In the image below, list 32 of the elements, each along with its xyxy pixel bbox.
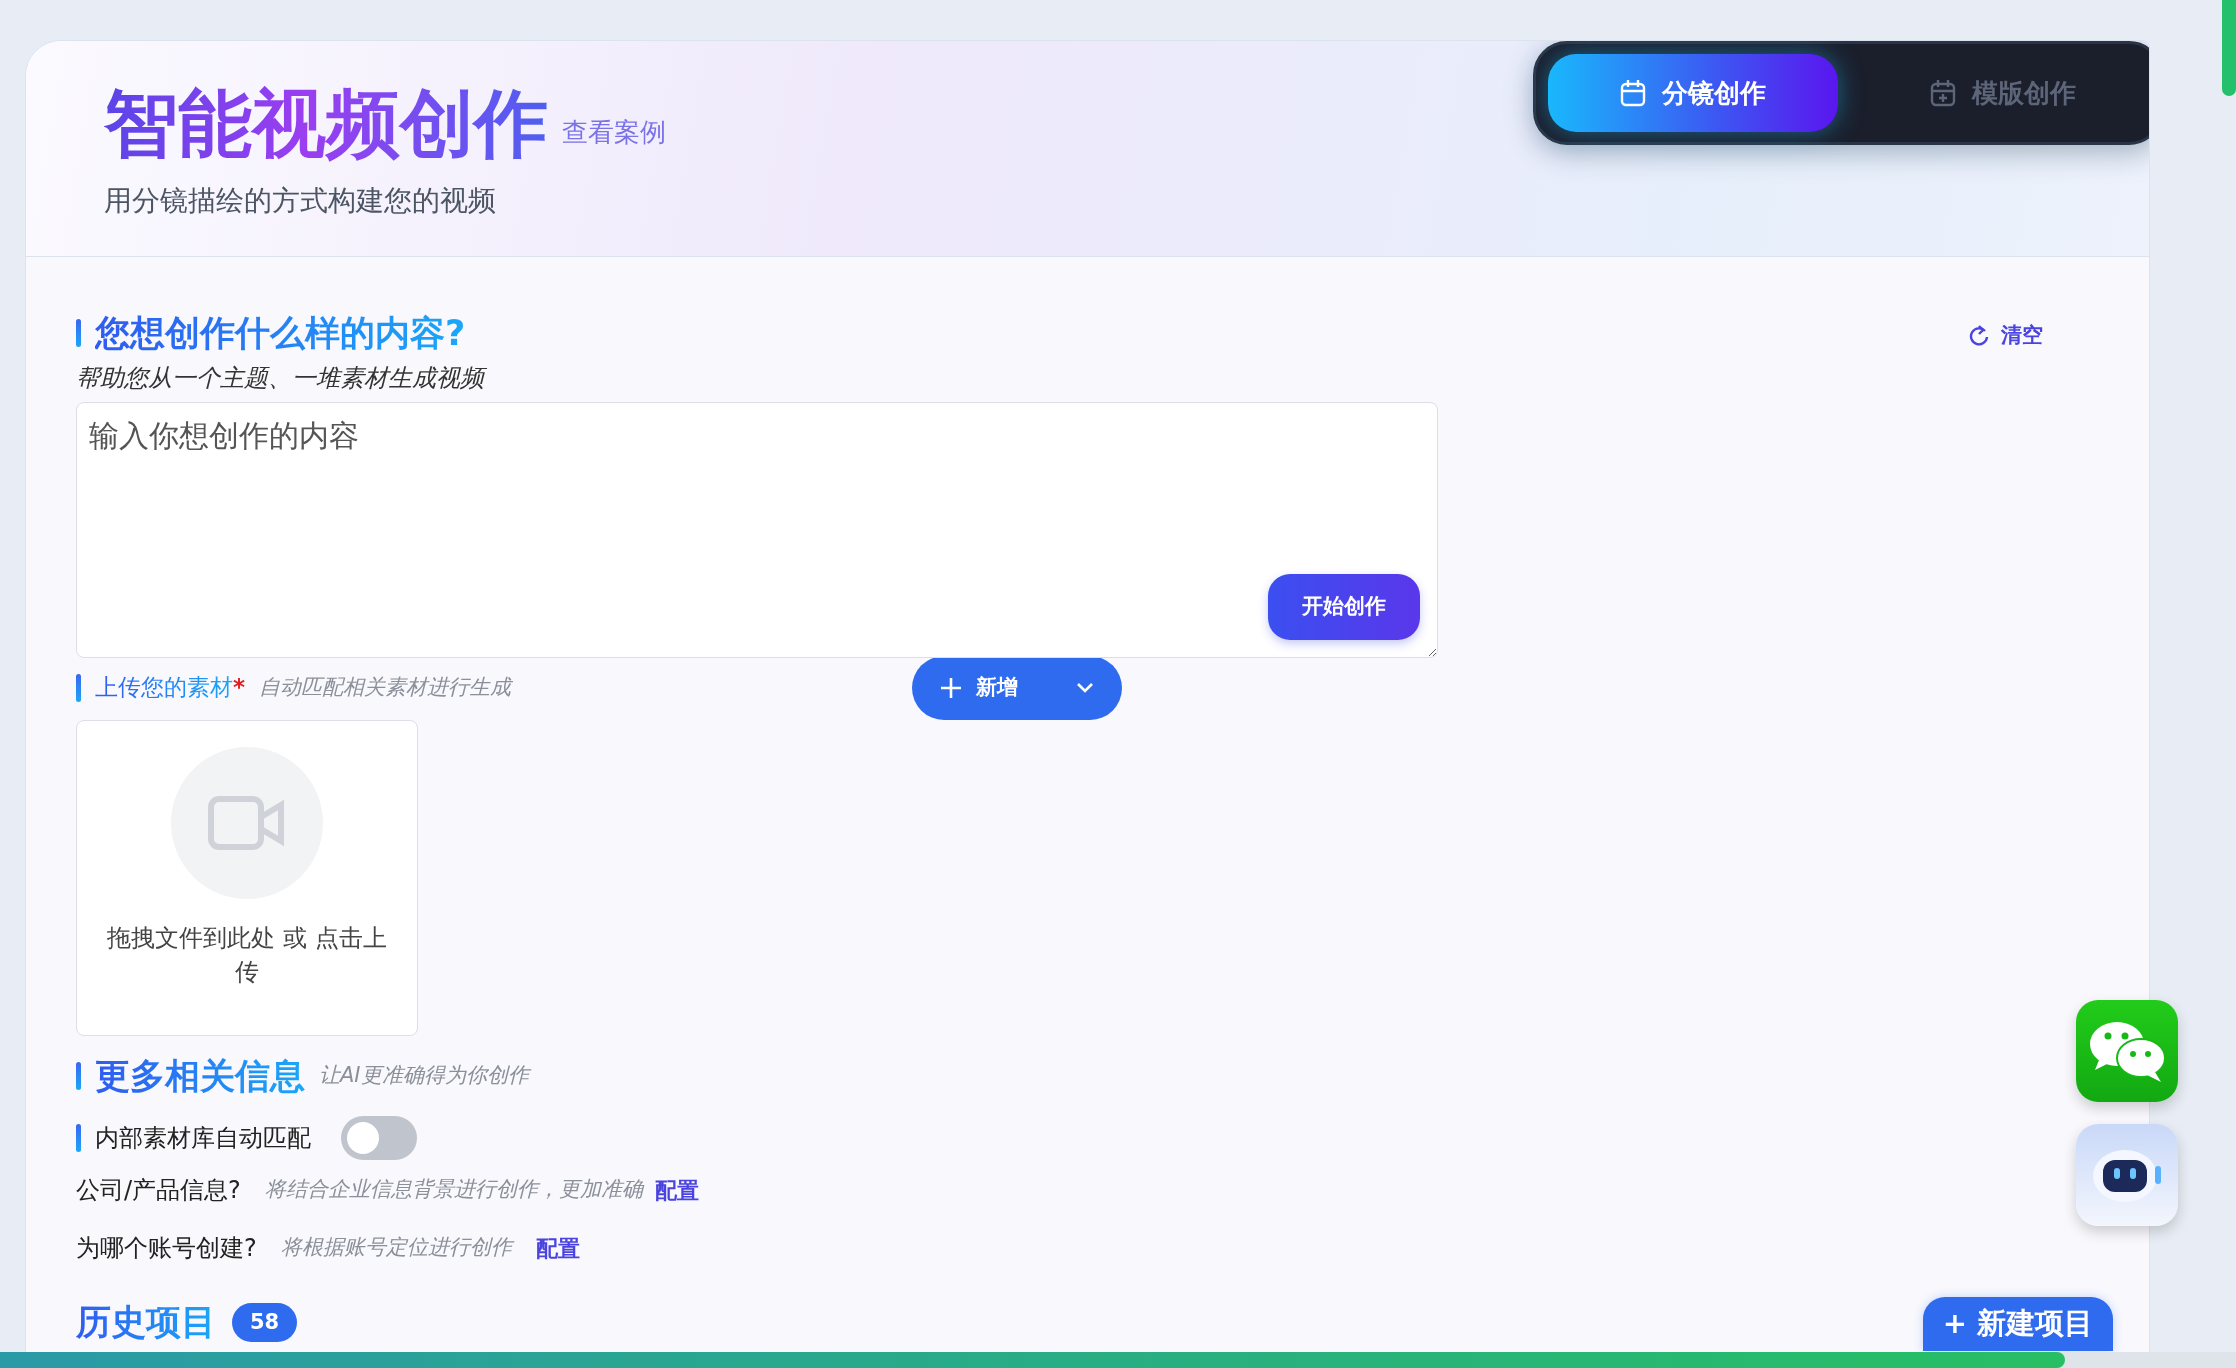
section-hint: 自动匹配相关素材进行生成 xyxy=(259,673,512,701)
accent-bar xyxy=(76,319,81,348)
accent-bar xyxy=(76,1061,81,1090)
calendar-plus-icon xyxy=(1930,79,1956,107)
robot-assistant-button[interactable] xyxy=(2076,1124,2178,1226)
toggle-label: 内部素材库自动匹配 xyxy=(95,1123,311,1154)
section-hint: 帮助您从一个主题、一堆素材生成视频 xyxy=(76,359,2099,396)
caret-icon xyxy=(1076,681,1094,694)
field-label: 公司/产品信息? xyxy=(76,1175,241,1206)
refresh-icon xyxy=(1969,324,1989,347)
accent-bar xyxy=(76,1124,81,1152)
add-button[interactable]: 新增 xyxy=(912,655,1122,720)
plus-icon xyxy=(940,676,962,699)
field-hint: 将结合企业信息背景进行创作，更加准确 xyxy=(264,1176,643,1204)
toggle-switch[interactable] xyxy=(341,1116,417,1160)
upload-dropzone[interactable]: 拖拽文件到此处 或 点击上传 xyxy=(76,719,418,1036)
chat-bubbles-button[interactable] xyxy=(2076,1000,2178,1102)
configure-link[interactable]: 配置 xyxy=(654,1173,699,1207)
horizontal-scrollbar-thumb[interactable] xyxy=(0,1352,2065,1368)
examples-link[interactable]: 查看案例 xyxy=(562,113,666,153)
clear-button[interactable]: 清空 xyxy=(1963,319,2049,353)
accent-bar xyxy=(76,673,81,702)
page-subtitle: 用分镜描绘的方式构建您的视频 xyxy=(104,183,497,220)
field-label: 为哪个账号创建? xyxy=(76,1233,257,1264)
vertical-scrollbar-thumb[interactable] xyxy=(2222,0,2236,96)
new-project-button[interactable]: + 新建项目 xyxy=(1923,1297,2113,1351)
upload-instruction: 拖拽文件到此处 或 点击上传 xyxy=(106,922,388,989)
mode-tab[interactable]: 分镜创作 xyxy=(1548,54,1838,132)
configure-link[interactable]: 配置 xyxy=(535,1231,580,1265)
calendar-icon xyxy=(1620,79,1646,107)
count-badge: 58 xyxy=(232,1302,298,1342)
start-button[interactable]: 开始创作 xyxy=(1268,573,1420,640)
